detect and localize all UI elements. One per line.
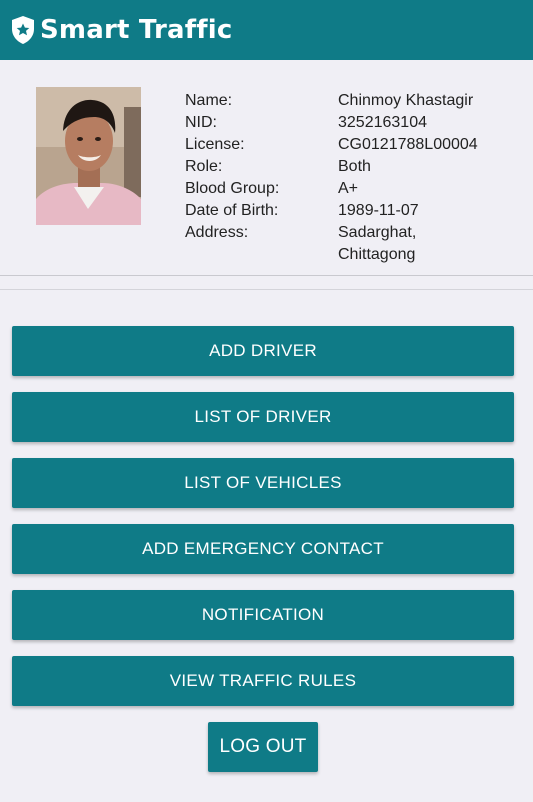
field-label: Name: [185,92,233,109]
notification-button[interactable]: NOTIFICATION [12,590,514,640]
field-name: Name: Chinmoy Khastagir [185,90,525,112]
field-label: NID: [185,114,217,131]
list-of-vehicles-button[interactable]: LIST OF VEHICLES [12,458,514,508]
add-driver-button[interactable]: ADD DRIVER [12,326,514,376]
user-photo [36,87,141,225]
field-value: CG0121788L00004 [338,136,478,153]
shield-star-icon [10,15,37,45]
field-label: Blood Group: [185,180,280,197]
profile-section: Name: Chinmoy Khastagir NID: 3252163104 … [0,60,533,275]
view-traffic-rules-button[interactable]: VIEW TRAFFIC RULES [12,656,514,706]
field-label: Address: [185,224,249,241]
field-value: 1989-11-07 [338,202,419,219]
field-value: A+ [338,180,359,197]
field-address: Address: Sadarghat, Chittagong [185,222,525,266]
field-label: Role: [185,158,223,175]
divider [0,289,533,290]
field-license: License: CG0121788L00004 [185,134,525,156]
logout-button[interactable]: LOG OUT [208,722,318,772]
list-of-driver-button[interactable]: LIST OF DRIVER [12,392,514,442]
field-value: Sadarghat, Chittagong [338,222,525,266]
profile-info: Name: Chinmoy Khastagir NID: 3252163104 … [185,90,525,266]
app-title: Smart Traffic [40,15,233,45]
divider [0,275,533,276]
field-role: Role: Both [185,156,525,178]
field-value: Chinmoy Khastagir [338,92,474,109]
app-bar: Smart Traffic [0,0,533,60]
address-line-1: Sadarghat, [338,224,417,241]
field-label: License: [185,136,245,153]
field-value: 3252163104 [338,114,427,131]
field-blood-group: Blood Group: A+ [185,178,525,200]
add-emergency-contact-button[interactable]: ADD EMERGENCY CONTACT [12,524,514,574]
address-line-2: Chittagong [338,246,416,263]
field-dob: Date of Birth: 1989-11-07 [185,200,525,222]
field-value: Both [338,158,371,175]
field-nid: NID: 3252163104 [185,112,525,134]
field-label: Date of Birth: [185,202,279,219]
